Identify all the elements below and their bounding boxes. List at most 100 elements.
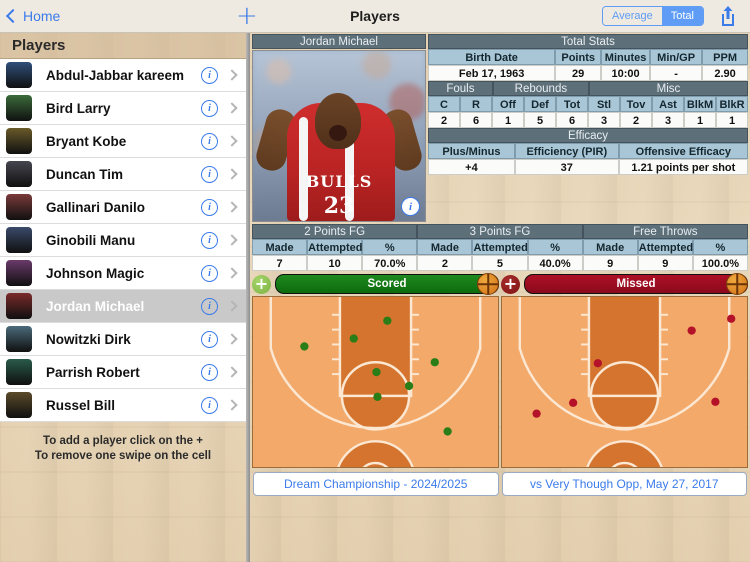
player-info-icon[interactable]: i: [201, 330, 218, 348]
player-avatar: [6, 359, 32, 385]
basketball-icon: [726, 273, 748, 295]
shot-charts-row: [250, 296, 750, 468]
ef-head-cell: Offensive Efficacy: [618, 143, 748, 159]
sh-vals-cell: 100.0%: [692, 255, 748, 271]
shooting-table: 2 Points FG 3 Points FG Free Throws Made…: [250, 222, 750, 271]
gp-vals-cell: 6: [556, 112, 588, 128]
player-name-label: Bryant Kobe: [46, 133, 127, 149]
sh-vals-cell: 7: [252, 255, 308, 271]
player-name-label: Parrish Robert: [46, 364, 140, 380]
sh-head-cell: Attempted: [307, 239, 363, 255]
sh-head-cell: Made: [417, 239, 473, 255]
gp-head-cell: Ast: [652, 96, 684, 112]
sh-vals-cell: 9: [582, 255, 638, 271]
gp-vals-cell: 1: [492, 112, 524, 128]
sh-head-cell: Attempted: [637, 239, 693, 255]
sh-vals-cell: 9: [637, 255, 693, 271]
player-info-icon[interactable]: i: [201, 264, 218, 282]
shooting-titles-row: 2 Points FG 3 Points FG Free Throws: [252, 224, 748, 239]
missed-shot-chart[interactable]: [501, 296, 748, 468]
stats-column: Total Stats Birth Date Points Minutes Min/G…: [428, 34, 748, 222]
ef-head-cell: Efficiency (PIR): [514, 143, 619, 159]
group-title-rebounds: Rebounds: [492, 81, 589, 96]
missed-bar[interactable]: Missed: [524, 273, 748, 295]
shot-bars-row: + Scored + Missed: [250, 271, 750, 296]
sh-vals-cell: 70.0%: [362, 255, 418, 271]
ts-vals-cell: 10:00: [601, 65, 651, 81]
player-info-icon[interactable]: i: [201, 198, 218, 216]
chevron-right-icon: [226, 234, 238, 246]
sidebar-footer-hint: To add a player click on the + To remove…: [0, 422, 246, 464]
player-info-icon[interactable]: i: [201, 363, 218, 381]
sh-head-cell: Made: [252, 239, 308, 255]
ts-head-cell: Points: [555, 49, 602, 65]
competition-button[interactable]: Dream Championship - 2024/2025: [253, 472, 499, 496]
ts-head-cell: Minutes: [601, 49, 651, 65]
ts-head-cell: Min/GP: [650, 49, 703, 65]
scored-shot-chart[interactable]: [252, 296, 499, 468]
chevron-right-icon: [226, 399, 238, 411]
player-info-icon[interactable]: i: [201, 231, 218, 249]
player-name-header: Jordan Michael: [252, 34, 426, 49]
player-name-label: Jordan Michael: [46, 298, 145, 314]
player-list-item[interactable]: Jordan Michael i: [0, 290, 246, 323]
segment-total[interactable]: Total: [661, 7, 703, 25]
player-name-label: Johnson Magic: [46, 265, 145, 281]
gp-head-cell: Def: [524, 96, 556, 112]
player-info-icon[interactable]: i: [201, 132, 218, 150]
player-info-icon[interactable]: i: [201, 396, 218, 414]
player-list-item[interactable]: Russel Bill i: [0, 389, 246, 422]
footer-hint-line-2: To remove one swipe on the cell: [34, 450, 212, 462]
efficacy-title: Efficacy: [428, 128, 748, 143]
player-avatar: [6, 95, 32, 121]
player-info-icon[interactable]: i: [201, 66, 218, 84]
player-list-item[interactable]: Bird Larry i: [0, 92, 246, 125]
player-avatar: [6, 194, 32, 220]
player-info-icon[interactable]: i: [201, 99, 218, 117]
sh-vals-cell: 2: [417, 255, 473, 271]
player-name-label: Bird Larry: [46, 100, 111, 116]
gp-head-cell: Off: [492, 96, 524, 112]
shooting-title-ft: Free Throws: [582, 224, 748, 239]
player-list-item[interactable]: Abdul-Jabbar kareem i: [0, 59, 246, 92]
player-info-icon[interactable]: i: [201, 297, 218, 315]
player-list-item[interactable]: Parrish Robert i: [0, 356, 246, 389]
chevron-right-icon: [226, 168, 238, 180]
photo-info-icon[interactable]: i: [401, 197, 420, 216]
ef-head-cell: Plus/Minus: [428, 143, 515, 159]
player-list-item[interactable]: Duncan Tim i: [0, 158, 246, 191]
player-list-item[interactable]: Bryant Kobe i: [0, 125, 246, 158]
context-buttons-row: Dream Championship - 2024/2025 vs Very T…: [250, 468, 750, 500]
panel-divider[interactable]: [246, 32, 250, 562]
player-list-item[interactable]: Johnson Magic i: [0, 257, 246, 290]
segment-average[interactable]: Average: [602, 7, 662, 25]
scored-bar-label: Scored: [367, 278, 407, 290]
player-list-item[interactable]: Nowitzki Dirk i: [0, 323, 246, 356]
player-list-item[interactable]: Ginobili Manu i: [0, 224, 246, 257]
sh-vals-cell: 10: [307, 255, 363, 271]
player-photo-column: Jordan Michael BULLS 23 i: [252, 34, 426, 222]
group-title-misc: Misc: [589, 81, 748, 96]
player-info-icon[interactable]: i: [201, 165, 218, 183]
player-avatar: [6, 293, 32, 319]
player-list-item[interactable]: Gallinari Danilo i: [0, 191, 246, 224]
ts-head-cell: PPM: [702, 49, 748, 65]
chevron-right-icon: [226, 102, 238, 114]
footer-hint-line-1: To add a player click on the +: [43, 435, 203, 447]
add-scored-shot-button[interactable]: +: [252, 274, 271, 294]
players-list[interactable]: Abdul-Jabbar kareem i Bird Larry i Bryant Ko…: [0, 59, 246, 422]
game-button[interactable]: vs Very Though Opp, May 27, 2017: [501, 472, 747, 496]
average-total-segmented-control[interactable]: Average Total: [601, 6, 704, 26]
total-stats-header-row: Birth Date Points Minutes Min/GP PPM: [428, 49, 748, 65]
scored-bar[interactable]: Scored: [275, 273, 499, 295]
sh-head-cell: %: [692, 239, 748, 255]
player-avatar: [6, 392, 32, 418]
group-title-fouls: Fouls: [428, 81, 493, 96]
shooting-title-3pt: 3 Points FG: [417, 224, 583, 239]
gp-head-cell: Tov: [620, 96, 652, 112]
share-icon[interactable]: [718, 5, 738, 27]
shooting-title-2pt: 2 Points FG: [252, 224, 418, 239]
add-missed-shot-button[interactable]: +: [501, 274, 520, 294]
gp-vals-cell: 5: [524, 112, 556, 128]
gp-head-cell: BlkR: [716, 96, 748, 112]
